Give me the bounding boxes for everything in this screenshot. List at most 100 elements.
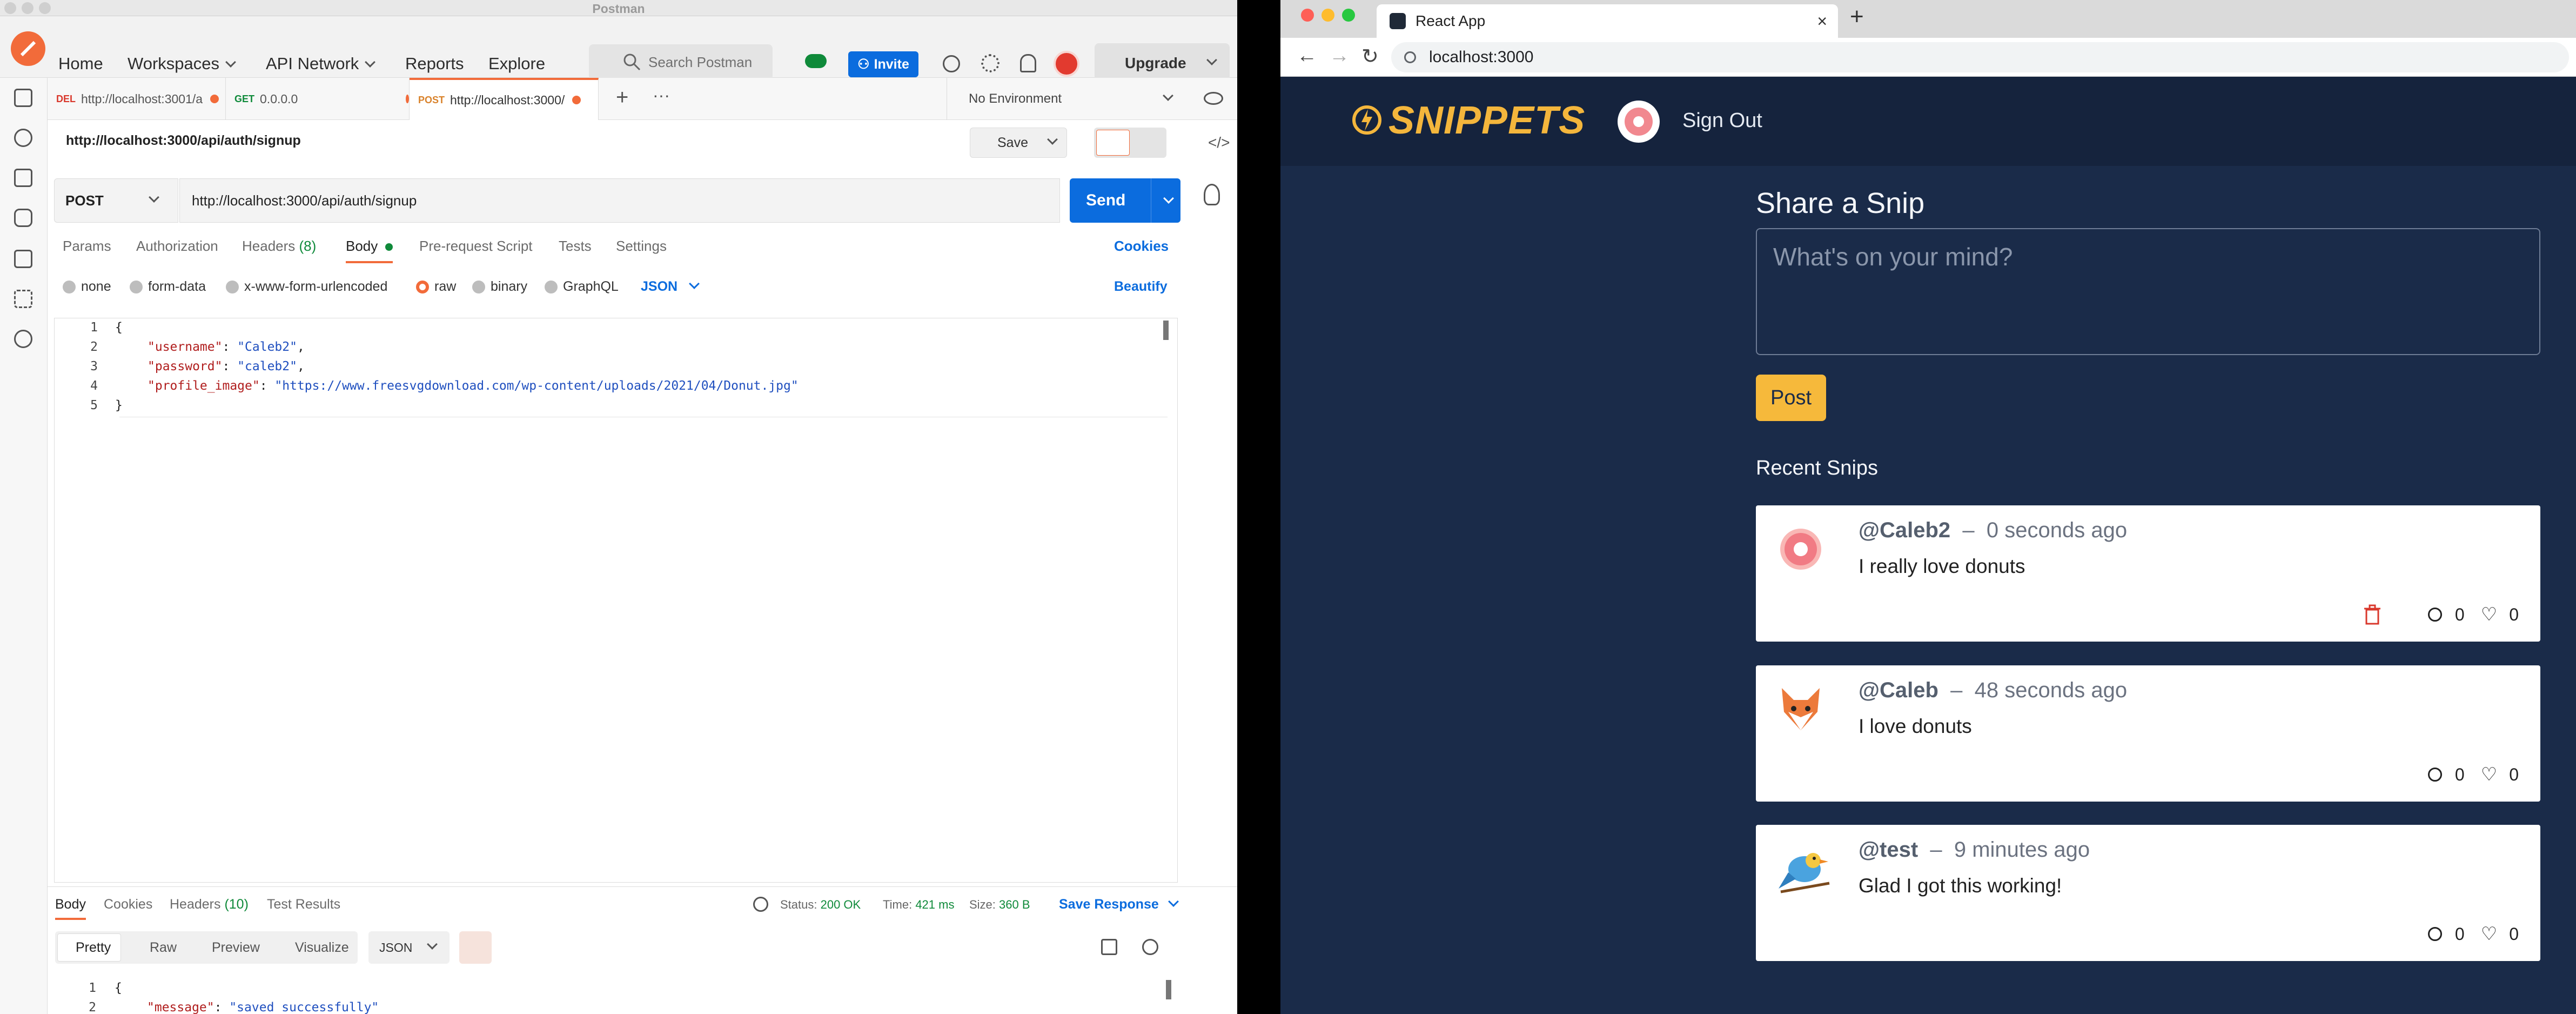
method-select[interactable]: POST (54, 178, 178, 223)
close-tab-icon[interactable]: × (1817, 11, 1827, 31)
back-arrow-icon[interactable]: ← (1297, 44, 1317, 68)
search-input[interactable]: Search Postman (589, 44, 773, 80)
view-pretty[interactable]: Pretty (76, 940, 111, 956)
chevron-down-icon (689, 278, 700, 289)
address-bar[interactable]: localhost:3000 (1391, 42, 2569, 72)
nav-explore[interactable]: Explore (488, 54, 545, 74)
environment-select[interactable]: No Environment (947, 78, 1184, 120)
snip-username[interactable]: @test (1859, 838, 1918, 862)
beautify-link[interactable]: Beautify (1114, 279, 1168, 295)
bell-icon[interactable] (1020, 54, 1036, 72)
radio-form-data[interactable]: form-data (130, 279, 206, 295)
satellite-icon[interactable] (943, 55, 960, 72)
nav-api-network[interactable]: API Network (266, 54, 376, 74)
view-visualize[interactable]: Visualize (295, 940, 349, 956)
reload-icon[interactable]: ↻ (1361, 44, 1379, 69)
radio-binary[interactable]: binary (472, 279, 527, 295)
nav-workspaces[interactable]: Workspaces (128, 54, 236, 74)
tab-params[interactable]: Params (63, 238, 111, 255)
minimize-window-button[interactable] (1321, 9, 1334, 22)
radio-graphql[interactable]: GraphQL (545, 279, 619, 295)
request-tab[interactable]: DEL http://localhost:3001/a (48, 78, 226, 120)
mock-servers-icon[interactable] (14, 209, 32, 227)
monitors-icon[interactable] (14, 250, 32, 268)
request-body-editor[interactable]: 1 2 3 4 5 { "username": "Caleb2", "passw… (54, 318, 1178, 883)
view-preview[interactable]: Preview (212, 940, 260, 956)
code-icon[interactable]: </> (1208, 134, 1230, 151)
avatar[interactable] (1054, 51, 1079, 77)
comment-icon[interactable] (2427, 608, 2442, 622)
sign-out-link[interactable]: Sign Out (1682, 109, 1762, 132)
view-raw[interactable]: Raw (150, 940, 177, 956)
heart-icon[interactable]: ♡ (2481, 604, 2497, 625)
site-logo[interactable]: SNIPPETS (1388, 98, 1585, 143)
nav-reports[interactable]: Reports (405, 54, 464, 74)
tab-body[interactable]: Body (346, 238, 393, 263)
tab-settings[interactable]: Settings (616, 238, 667, 255)
copy-icon[interactable] (1101, 939, 1117, 955)
resp-tab-test-results[interactable]: Test Results (267, 897, 340, 912)
snip-username[interactable]: @Caleb2 (1859, 518, 1950, 542)
eye-icon[interactable] (1204, 92, 1223, 105)
request-tab[interactable]: GET 0.0.0.0 (226, 78, 410, 120)
flows-icon[interactable] (14, 290, 32, 308)
sync-status-icon[interactable] (805, 54, 827, 68)
forward-arrow-icon[interactable]: → (1329, 44, 1350, 68)
tab-headers[interactable]: Headers (8) (242, 238, 316, 255)
search-icon[interactable] (1142, 939, 1158, 955)
send-button[interactable]: Send (1070, 178, 1180, 223)
snip-username[interactable]: @Caleb (1859, 678, 1938, 702)
lightbulb-icon[interactable] (1204, 184, 1220, 205)
environments-icon[interactable] (14, 169, 32, 187)
browser-tab[interactable]: React App × (1377, 4, 1838, 38)
more-tabs-button[interactable]: ··· (653, 85, 670, 105)
snip-input[interactable]: What's on your mind? (1756, 228, 2540, 355)
save-button[interactable]: Save (970, 128, 1067, 158)
tab-pre-request-script[interactable]: Pre-request Script (419, 238, 533, 255)
comment-icon[interactable] (2427, 768, 2442, 782)
site-info-icon[interactable] (1404, 51, 1416, 63)
snip-text: I love donuts (1859, 715, 1972, 737)
radio-none[interactable]: none (63, 279, 111, 295)
upgrade-button[interactable]: Upgrade (1095, 43, 1230, 83)
wrap-lines-icon[interactable] (459, 931, 492, 964)
radio-raw[interactable]: raw (416, 279, 456, 295)
tab-tests[interactable]: Tests (559, 238, 592, 255)
new-tab-button[interactable]: + (1850, 3, 1864, 30)
scrollbar[interactable] (1166, 980, 1171, 999)
resp-tab-headers[interactable]: Headers (10) (170, 897, 249, 912)
new-tab-button[interactable]: + (616, 85, 628, 110)
post-button[interactable]: Post (1756, 375, 1826, 421)
request-tab-active[interactable]: POST http://localhost:3000/ (410, 78, 599, 120)
invite-button[interactable]: ⚇ Invite (848, 51, 918, 77)
apis-icon[interactable] (14, 129, 32, 147)
comment-icon[interactable] (2427, 927, 2442, 941)
radio-x-www-form-urlencoded[interactable]: x-www-form-urlencoded (226, 279, 387, 295)
collections-icon[interactable] (14, 89, 32, 107)
request-title[interactable]: http://localhost:3000/api/auth/signup (66, 133, 301, 149)
heart-icon[interactable]: ♡ (2481, 764, 2497, 785)
history-icon[interactable] (14, 330, 32, 348)
resp-tab-body[interactable]: Body (55, 897, 86, 920)
status-dot (385, 243, 393, 251)
edit-comment-toggle[interactable] (1094, 128, 1166, 158)
resp-tab-cookies[interactable]: Cookies (104, 897, 152, 912)
zoom-window-button[interactable] (1342, 9, 1355, 22)
scrollbar[interactable] (1163, 321, 1169, 340)
pencil-icon[interactable] (1096, 130, 1130, 156)
url-input[interactable]: http://localhost:3000/api/auth/signup (179, 178, 1060, 223)
avatar[interactable] (1618, 101, 1660, 143)
gear-icon[interactable] (981, 54, 999, 72)
heart-icon[interactable]: ♡ (2481, 923, 2497, 945)
save-response-button[interactable]: Save Response (1059, 896, 1179, 912)
postman-logo-icon[interactable] (11, 31, 45, 66)
trash-icon[interactable] (2363, 604, 2382, 625)
format-select[interactable]: JSON (641, 278, 700, 295)
close-window-button[interactable] (1301, 9, 1314, 22)
globe-icon[interactable] (753, 897, 768, 912)
nav-home[interactable]: Home (58, 54, 103, 74)
response-format-select[interactable]: JSON (368, 931, 450, 964)
cookies-link[interactable]: Cookies (1114, 238, 1169, 255)
logo-icon[interactable] (1351, 104, 1383, 136)
tab-authorization[interactable]: Authorization (136, 238, 218, 255)
